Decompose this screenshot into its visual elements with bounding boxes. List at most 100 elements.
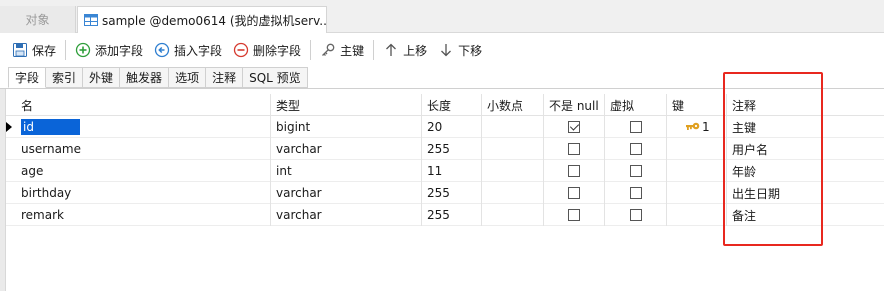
cell-type-value: int: [276, 164, 292, 178]
save-button[interactable]: 保存: [8, 38, 60, 62]
cell-key[interactable]: 1: [666, 116, 726, 138]
table-row[interactable]: username varchar 255 用户名: [6, 138, 884, 160]
cell-name[interactable]: remark: [16, 204, 270, 226]
cell-comment[interactable]: 出生日期: [726, 182, 884, 204]
cell-not-null[interactable]: [543, 116, 604, 138]
column-header-not-null[interactable]: 不是 null: [543, 94, 604, 116]
cell-length[interactable]: 255: [421, 182, 481, 204]
toolbar-divider: [310, 40, 312, 60]
cell-not-null[interactable]: [543, 160, 604, 182]
toolbar-divider: [65, 40, 67, 60]
cell-name[interactable]: birthday: [16, 182, 270, 204]
column-header-name[interactable]: 名: [16, 94, 270, 116]
tab-triggers[interactable]: 触发器: [120, 67, 170, 88]
column-header-decimals[interactable]: 小数点: [481, 94, 543, 116]
column-header-key[interactable]: 键: [666, 94, 726, 116]
column-header-key-label: 键: [672, 98, 685, 113]
tab-indexes[interactable]: 索引: [46, 67, 84, 88]
tab-table-design[interactable]: sample @demo0614 (我的虚拟机serv...: [77, 6, 327, 33]
virtual-checkbox[interactable]: [629, 143, 642, 155]
tab-foreign-keys[interactable]: 外键: [83, 67, 121, 88]
cell-type-value: varchar: [276, 142, 322, 156]
move-up-button[interactable]: 上移: [379, 38, 431, 62]
cell-length[interactable]: 20: [421, 116, 481, 138]
arrow-down-icon: [441, 44, 452, 57]
not-null-checkbox[interactable]: [568, 121, 580, 133]
cell-virtual[interactable]: [604, 204, 666, 226]
table-row[interactable]: remark varchar 255 备注: [6, 204, 884, 226]
cell-decimals[interactable]: [481, 160, 543, 182]
cell-key[interactable]: [666, 160, 726, 182]
cell-decimals[interactable]: [481, 204, 543, 226]
cell-length[interactable]: 11: [421, 160, 481, 182]
virtual-checkbox[interactable]: [629, 209, 642, 221]
insert-field-button[interactable]: 插入字段: [150, 38, 226, 62]
cell-comment[interactable]: 用户名: [726, 138, 884, 160]
cell-type-value: bigint: [276, 120, 311, 134]
cell-type[interactable]: bigint: [270, 116, 421, 138]
cell-name-value: username: [21, 142, 81, 156]
virtual-checkbox[interactable]: [629, 121, 642, 133]
move-down-button[interactable]: 下移: [434, 38, 486, 62]
cell-type[interactable]: varchar: [270, 204, 421, 226]
cell-type[interactable]: int: [270, 160, 421, 182]
cell-comment[interactable]: 主键: [726, 116, 884, 138]
column-header-virtual-label: 虚拟: [610, 98, 635, 113]
cell-decimals[interactable]: [481, 182, 543, 204]
column-header-type[interactable]: 类型: [270, 94, 421, 116]
save-label: 保存: [32, 43, 57, 58]
not-null-checkbox[interactable]: [568, 209, 580, 221]
primary-key-button[interactable]: 主键: [316, 38, 368, 62]
not-null-checkbox[interactable]: [568, 187, 580, 199]
not-null-checkbox[interactable]: [568, 165, 580, 177]
cell-decimals[interactable]: [481, 138, 543, 160]
cell-virtual[interactable]: [604, 182, 666, 204]
table-row[interactable]: age int 11 年龄: [6, 160, 884, 182]
cell-not-null[interactable]: [543, 182, 604, 204]
column-header-length[interactable]: 长度: [421, 94, 481, 116]
cell-comment[interactable]: 年龄: [726, 160, 884, 182]
cell-virtual[interactable]: [604, 116, 666, 138]
virtual-checkbox[interactable]: [629, 165, 642, 177]
table-row[interactable]: id bigint 20 1 主键: [6, 116, 884, 138]
delete-field-button[interactable]: 删除字段: [229, 38, 305, 62]
cell-type[interactable]: varchar: [270, 182, 421, 204]
cell-name[interactable]: id: [16, 116, 270, 138]
tab-options[interactable]: 选项: [169, 67, 207, 88]
add-field-label: 添加字段: [95, 43, 144, 58]
key-order: 1: [702, 120, 710, 134]
cell-virtual[interactable]: [604, 138, 666, 160]
cell-not-null[interactable]: [543, 138, 604, 160]
cell-key[interactable]: [666, 204, 726, 226]
column-header-comment[interactable]: 注释: [726, 94, 884, 116]
tab-fields[interactable]: 字段: [8, 67, 47, 88]
cell-length-value: 255: [427, 142, 450, 156]
cell-name-value: birthday: [21, 186, 72, 200]
cell-length[interactable]: 255: [421, 138, 481, 160]
key-icon: [322, 43, 335, 56]
tab-comment[interactable]: 注释: [206, 67, 244, 88]
cell-comment-value: 主键: [732, 120, 757, 135]
cell-key[interactable]: [666, 138, 726, 160]
tab-sql-preview[interactable]: SQL 预览: [243, 67, 308, 88]
virtual-checkbox[interactable]: [629, 187, 642, 199]
tab-comment-label: 注释: [212, 71, 237, 85]
tab-fields-label: 字段: [15, 71, 40, 85]
cell-name[interactable]: age: [16, 160, 270, 182]
table-row[interactable]: birthday varchar 255 出生日期: [6, 182, 884, 204]
cell-type[interactable]: varchar: [270, 138, 421, 160]
column-header-virtual[interactable]: 虚拟: [604, 94, 666, 116]
cell-name[interactable]: username: [16, 138, 270, 160]
not-null-checkbox[interactable]: [568, 143, 580, 155]
tab-objects[interactable]: 对象: [0, 6, 76, 33]
cell-decimals[interactable]: [481, 116, 543, 138]
insert-field-label: 插入字段: [174, 43, 223, 58]
cell-length[interactable]: 255: [421, 204, 481, 226]
add-field-button[interactable]: 添加字段: [71, 38, 147, 62]
cell-key[interactable]: [666, 182, 726, 204]
cell-not-null[interactable]: [543, 204, 604, 226]
cell-name-value: remark: [21, 208, 64, 222]
cell-virtual[interactable]: [604, 160, 666, 182]
cell-comment[interactable]: 备注: [726, 204, 884, 226]
tab-options-label: 选项: [175, 71, 200, 85]
